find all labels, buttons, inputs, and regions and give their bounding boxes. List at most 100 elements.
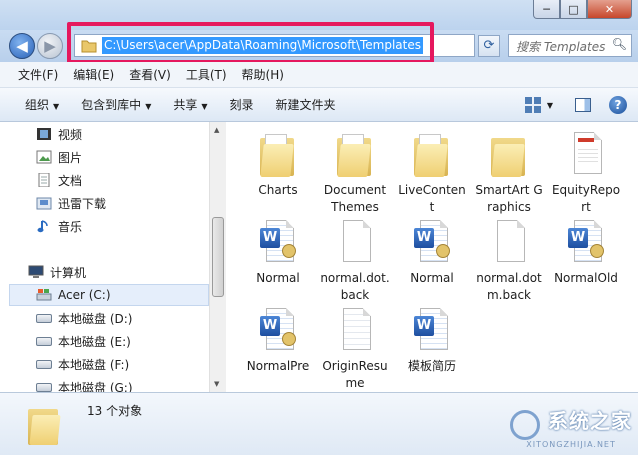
nav-item-label: 音乐 — [58, 219, 83, 234]
file-name: OriginResume — [322, 359, 388, 390]
burn-button[interactable]: 刻录 — [230, 96, 254, 113]
system-drive-icon — [36, 289, 52, 301]
word-template-icon: W — [258, 218, 298, 266]
nav-item-music[interactable]: 音乐 — [36, 216, 82, 236]
item-count: 13 个对象 — [87, 404, 143, 418]
file-item[interactable]: normal.dotm.back — [474, 218, 544, 304]
nav-item-drive-d[interactable]: 本地磁盘 (D:) — [36, 308, 132, 328]
chevron-down-icon: ▼ — [145, 102, 152, 111]
word-template-icon: W — [258, 306, 298, 354]
file-name: Normal — [410, 271, 454, 285]
nav-item-downloads[interactable]: 迅雷下载 — [36, 193, 106, 213]
details-pane: 13 个对象 系统之家 XITONGZHIJIA.NET — [0, 392, 638, 455]
file-item[interactable]: W NormalOld — [551, 218, 621, 287]
file-name: LiveContent — [398, 183, 466, 214]
file-name: normal.dotm.back — [476, 271, 542, 302]
include-library-label: 包含到库中 — [81, 98, 142, 112]
file-item[interactable]: W Normal — [397, 218, 467, 287]
file-name: SmartArt Graphics — [475, 183, 543, 214]
computer-icon — [28, 265, 44, 278]
menu-file[interactable]: 文件(F) — [18, 66, 58, 83]
menu-tools[interactable]: 工具(T) — [186, 66, 227, 83]
toolbar-right: ▼ ? — [524, 88, 638, 122]
search-icon[interactable]: 🔍︎ — [612, 37, 627, 51]
nav-item-label: 图片 — [58, 150, 83, 165]
search-placeholder: 搜索 Templates — [516, 40, 606, 54]
share-label: 共享 — [173, 98, 198, 112]
nav-item-label: 视频 — [58, 127, 83, 142]
chevron-down-icon: ▼ — [53, 102, 60, 111]
drive-icon — [36, 382, 52, 392]
folder-icon — [258, 130, 298, 178]
folder-icon — [28, 403, 62, 445]
maximize-button[interactable]: □ — [560, 0, 587, 19]
views-dropdown-icon[interactable]: ▼ — [547, 101, 553, 110]
watermark-logo-icon — [510, 409, 541, 440]
include-library-button[interactable]: 包含到库中 ▼ — [81, 96, 151, 113]
file-item[interactable]: Document Themes — [320, 130, 390, 216]
picture-icon — [36, 150, 52, 164]
file-item[interactable]: EquityReport — [551, 130, 621, 216]
scroll-thumb[interactable] — [212, 217, 224, 297]
file-item[interactable]: SmartArt Graphics — [474, 130, 544, 216]
change-view-icon[interactable] — [524, 97, 541, 113]
minimize-button[interactable]: ─ — [533, 0, 560, 19]
scroll-down-icon[interactable]: ▼ — [214, 380, 219, 388]
folder-icon — [489, 130, 529, 178]
share-button[interactable]: 共享 ▼ — [173, 96, 207, 113]
nav-item-label: 迅雷下载 — [58, 196, 107, 211]
file-item[interactable]: W Normal — [243, 218, 313, 287]
drive-icon — [36, 336, 52, 346]
music-icon — [37, 220, 48, 233]
file-item[interactable]: OriginResume — [320, 306, 390, 392]
nav-item-drive-c[interactable]: Acer (C:) — [9, 284, 209, 306]
video-icon — [37, 128, 51, 140]
drive-icon — [36, 359, 52, 369]
nav-item-label: 本地磁盘 (D:) — [58, 311, 133, 326]
document-icon — [38, 173, 50, 187]
file-name: EquityReport — [551, 183, 621, 214]
menu-help[interactable]: 帮助(H) — [242, 66, 284, 83]
chevron-down-icon: ▼ — [201, 102, 208, 111]
file-item[interactable]: W NormalPre — [243, 306, 313, 375]
search-input[interactable]: 搜索 Templates 🔍︎ — [508, 34, 632, 57]
back-button[interactable]: ◀ — [9, 33, 35, 59]
menu-edit[interactable]: 编辑(E) — [73, 66, 114, 83]
nav-item-pictures[interactable]: 图片 — [36, 147, 82, 167]
file-name: NormalPre — [246, 359, 310, 373]
forward-button[interactable]: ▶ — [37, 33, 63, 59]
navigation-pane: 视频 图片 文档 迅雷下载 音乐 计算机 Acer (C:) 本地磁盘 (D:)… — [0, 122, 225, 395]
word-document-icon: W — [412, 306, 452, 354]
scroll-up-icon[interactable]: ▲ — [214, 126, 219, 134]
window-controls: ─ □ ✕ — [533, 0, 632, 19]
nav-item-documents[interactable]: 文档 — [36, 170, 82, 190]
drive-icon — [36, 313, 52, 323]
nav-item-drive-e[interactable]: 本地磁盘 (E:) — [36, 331, 131, 351]
help-icon[interactable]: ? — [609, 96, 627, 114]
nav-item-label: 本地磁盘 (F:) — [58, 357, 130, 372]
file-name: Normal — [256, 271, 300, 285]
nav-scrollbar[interactable]: ▲ ▼ — [209, 122, 226, 392]
file-item[interactable]: LiveContent — [397, 130, 467, 216]
nav-item-computer[interactable]: 计算机 — [28, 262, 86, 282]
nav-item-drive-f[interactable]: 本地磁盘 (F:) — [36, 354, 129, 374]
file-item[interactable]: Charts — [243, 130, 313, 199]
report-document-icon — [566, 130, 606, 178]
file-item[interactable]: normal.dot.back — [320, 218, 390, 304]
nav-item-label: 本地磁盘 (E:) — [58, 334, 131, 349]
preview-pane-icon[interactable] — [575, 98, 591, 112]
file-name: Charts — [258, 183, 298, 197]
download-icon — [36, 197, 52, 210]
refresh-button[interactable]: ⟳ — [478, 35, 500, 57]
word-template-icon: W — [412, 218, 452, 266]
blank-file-icon — [489, 218, 529, 266]
new-folder-button[interactable]: 新建文件夹 — [276, 96, 336, 113]
nav-item-video[interactable]: 视频 — [36, 124, 82, 144]
watermark-title: 系统之家 — [548, 409, 632, 433]
menu-bar: 文件(F) 编辑(E) 查看(V) 工具(T) 帮助(H) — [0, 62, 638, 88]
file-item[interactable]: W 模板简历 — [397, 306, 467, 375]
organize-button[interactable]: 组织 ▼ — [25, 96, 59, 113]
menu-view[interactable]: 查看(V) — [129, 66, 171, 83]
nav-item-label: 计算机 — [50, 265, 87, 280]
close-button[interactable]: ✕ — [587, 0, 632, 19]
